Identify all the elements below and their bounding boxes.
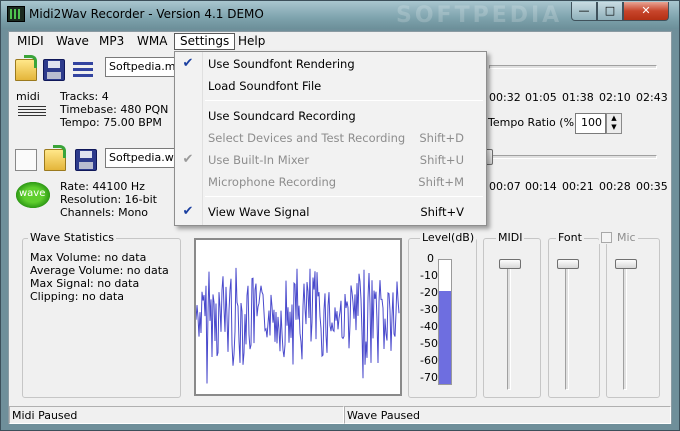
stat-average-volume: Average Volume: no data: [30, 264, 169, 277]
menu-wma[interactable]: WMA: [132, 33, 172, 50]
stat-max-signal: Max Signal: no data: [30, 277, 140, 290]
check-icon: ✔: [182, 56, 194, 71]
level-tick-70: -70: [420, 371, 438, 384]
level-tick-60: -60: [420, 354, 438, 367]
menu-settings[interactable]: Settings: [174, 33, 236, 50]
wave-green-icon: wave: [16, 182, 50, 208]
wave-channels: Channels: Mono: [60, 206, 149, 219]
mic-volume-track[interactable]: [623, 260, 627, 390]
midi-volume-thumb[interactable]: [499, 259, 521, 269]
level-meter-bar: [438, 259, 452, 385]
midi-volume-track[interactable]: [507, 260, 511, 390]
minimize-button[interactable]: —: [571, 2, 597, 21]
tempo-ratio-input[interactable]: 100: [575, 113, 606, 134]
mic-mixer-label: Mic: [617, 231, 636, 244]
wave-position-slider[interactable]: [489, 155, 657, 159]
midi-timebase: Timebase: 480 PQN: [60, 103, 169, 116]
menu-wave[interactable]: Wave: [51, 33, 94, 50]
font-mixer-label: Font: [556, 231, 584, 244]
midi-tick-1: 00:32: [489, 91, 521, 104]
wave-statistics-title: Wave Statistics: [28, 231, 116, 244]
wave-tick-1: 00:07: [489, 180, 521, 193]
menu-item-use-soundcard-recording[interactable]: Use Soundcard Recording: [175, 105, 486, 127]
check-icon: ✔: [182, 152, 194, 167]
wave-resolution: Resolution: 16-bit: [60, 193, 157, 206]
midi-tick-3: 01:38: [562, 91, 594, 104]
font-volume-track[interactable]: [565, 260, 569, 390]
watermark-text: SOFTPEDIA: [396, 3, 563, 28]
window-title: Midi2Wav Recorder - Version 4.1 DEMO: [29, 7, 264, 21]
app-window: Midi2Wav Recorder - Version 4.1 DEMO SOF…: [0, 0, 680, 431]
tempo-ratio-spinner[interactable]: ▲ ▼: [606, 113, 622, 134]
stat-max-volume: Max Volume: no data: [30, 251, 147, 264]
wave-tick-3: 00:21: [562, 180, 594, 193]
level-title: Level(dB): [420, 231, 477, 244]
wave-tick-2: 00:14: [525, 180, 557, 193]
open-wave-folder-icon[interactable]: [44, 145, 66, 171]
level-tick-40: -40: [420, 320, 438, 333]
level-meter-fill: [439, 291, 451, 384]
title-bar[interactable]: Midi2Wav Recorder - Version 4.1 DEMO SOF…: [1, 1, 679, 29]
midi-notes-icon: midi: [16, 90, 50, 122]
settings-dropdown-menu: ✔ Use Soundfont Rendering Load Soundfont…: [174, 51, 487, 226]
menu-item-use-soundfont-rendering[interactable]: ✔ Use Soundfont Rendering: [175, 53, 486, 75]
level-tick-50: -50: [420, 337, 438, 350]
midi-tracks: Tracks: 4: [60, 90, 109, 103]
open-midi-folder-icon[interactable]: [15, 55, 37, 81]
midi-tick-4: 02:10: [599, 91, 631, 104]
wave-signal-display: [194, 238, 402, 396]
level-tick-20: -20: [420, 286, 438, 299]
wave-signal-plot: [196, 267, 400, 384]
menu-item-use-built-in-mixer[interactable]: ✔ Use Built-In Mixer Shift+U: [175, 149, 486, 171]
status-midi: Midi Paused: [9, 406, 344, 424]
menu-item-microphone-recording[interactable]: Microphone Recording Shift+M: [175, 171, 486, 193]
status-wave: Wave Paused: [344, 406, 671, 424]
save-wave-floppy-icon[interactable]: [75, 149, 97, 171]
wave-tick-5: 00:35: [636, 180, 668, 193]
font-volume-thumb[interactable]: [557, 259, 579, 269]
maximize-button[interactable]: □: [597, 2, 623, 21]
wave-rate: Rate: 44100 Hz: [60, 180, 145, 193]
save-midi-floppy-icon[interactable]: [43, 59, 65, 81]
midi-mixer-label: MIDI: [496, 231, 525, 244]
wave-icon-label: wave: [19, 188, 46, 199]
menu-item-select-devices[interactable]: Select Devices and Test Recording Shift+…: [175, 127, 486, 149]
app-icon: [7, 6, 25, 22]
tempo-ratio-label: Tempo Ratio (%):: [488, 116, 583, 129]
close-button[interactable]: ✕: [623, 2, 669, 21]
mic-mixer-header: Mic: [599, 231, 638, 244]
level-tick-30: -30: [420, 303, 438, 316]
mic-volume-thumb[interactable]: [615, 259, 637, 269]
check-icon: ✔: [182, 204, 194, 219]
level-tick-0: 0: [427, 252, 434, 265]
menu-item-view-wave-signal[interactable]: ✔ View Wave Signal Shift+V: [175, 201, 486, 223]
level-tick-10: -10: [420, 269, 438, 282]
menu-help[interactable]: Help: [233, 33, 270, 50]
wave-file-field[interactable]: Softpedia.wav: [105, 148, 187, 168]
mic-checkbox[interactable]: [601, 232, 612, 243]
menu-midi[interactable]: MIDI: [12, 33, 49, 50]
wave-tick-4: 00:28: [599, 180, 631, 193]
menu-bar: MIDI Wave MP3 WMA Settings Help: [9, 32, 671, 51]
wave-file-icon[interactable]: [15, 149, 37, 171]
midi-icon-label: midi: [16, 90, 40, 103]
midi-tick-5: 02:43: [636, 91, 668, 104]
midi-file-field[interactable]: Softpedia.mid: [105, 57, 185, 77]
stat-clipping: Clipping: no data: [30, 290, 124, 303]
midi-settings-sliders-icon[interactable]: [72, 59, 94, 81]
midi-tempo: Tempo: 75.00 BPM: [60, 116, 162, 129]
menu-item-load-soundfont-file[interactable]: Load Soundfont File: [175, 75, 486, 97]
menu-mp3[interactable]: MP3: [94, 33, 129, 50]
midi-position-slider[interactable]: [489, 65, 657, 69]
midi-tick-2: 01:05: [525, 91, 557, 104]
